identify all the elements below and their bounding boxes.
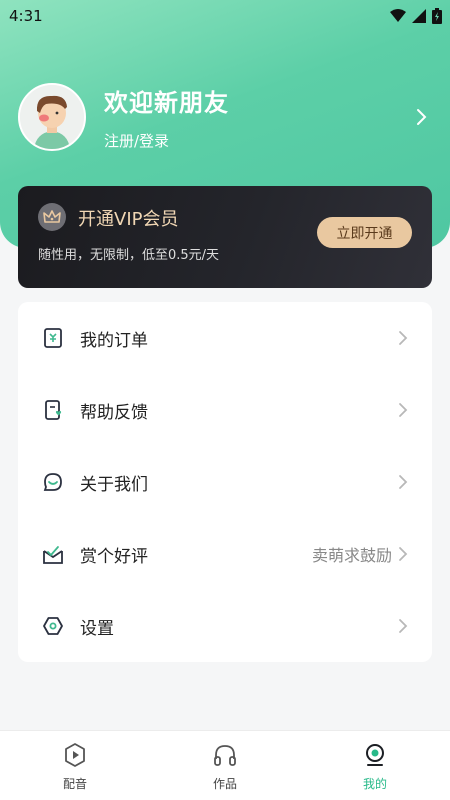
tab-label: 我的 (362, 777, 387, 791)
vip-open-button[interactable]: 立即开通 (317, 217, 412, 248)
bottom-tab-bar: 配音 作品 我的 (0, 730, 450, 800)
tab-label: 配音 (62, 777, 87, 791)
order-icon (44, 328, 62, 348)
avatar[interactable] (18, 83, 86, 151)
menu-item-settings[interactable]: 设置 (18, 590, 432, 662)
vip-title: 开通VIP会员 (78, 209, 179, 230)
chevron-right-icon[interactable] (414, 107, 428, 127)
vip-subtitle: 随性用，无限制，低至0.5元/天 (38, 248, 220, 263)
crown-icon (38, 203, 66, 231)
menu-item-about[interactable]: 关于我们 (18, 446, 432, 518)
profile-header[interactable]: 欢迎新朋友 注册/登录 (18, 82, 432, 152)
menu-item-label: 我的订单 (80, 330, 148, 351)
login-link[interactable]: 注册/登录 (104, 130, 414, 151)
battery-icon (432, 8, 442, 24)
menu-item-label: 帮助反馈 (80, 402, 148, 423)
settings-icon (43, 617, 63, 635)
status-icons (390, 8, 442, 24)
chevron-right-icon (399, 475, 408, 489)
feedback-icon (45, 400, 62, 420)
chevron-right-icon (399, 331, 408, 345)
status-bar: 4:31 (0, 0, 450, 32)
profile-text: 欢迎新朋友 注册/登录 (104, 83, 414, 151)
menu-item-feedback[interactable]: 帮助反馈 (18, 374, 432, 446)
tab-works[interactable]: 作品 (150, 731, 300, 800)
vip-card[interactable]: 开通VIP会员 随性用，无限制，低至0.5元/天 立即开通 (18, 186, 432, 288)
menu-item-label: 设置 (80, 618, 114, 639)
menu-item-orders[interactable]: 我的订单 (18, 302, 432, 374)
tab-label: 作品 (212, 777, 237, 791)
about-icon (43, 473, 62, 491)
menu-item-label: 赏个好评 (80, 546, 148, 567)
signal-icon (412, 9, 426, 23)
wifi-icon (390, 9, 406, 22)
chevron-right-icon (399, 403, 408, 417)
menu-card: 我的订单 帮助反馈 关于我们 赏个好评 卖萌求鼓励 设置 (18, 302, 432, 662)
profile-name: 欢迎新朋友 (104, 89, 229, 117)
rate-icon (43, 546, 63, 564)
menu-item-extra: 卖萌求鼓励 (311, 546, 392, 565)
menu-item-label: 关于我们 (80, 474, 148, 495)
status-time: 4:31 (9, 7, 43, 25)
menu-item-rate[interactable]: 赏个好评 卖萌求鼓励 (18, 518, 432, 590)
chevron-right-icon (399, 547, 408, 561)
tab-dubbing[interactable]: 配音 (0, 731, 150, 800)
dubbing-icon (65, 743, 85, 767)
profile-icon (366, 744, 384, 766)
tab-mine[interactable]: 我的 (300, 731, 450, 800)
chevron-right-icon (399, 619, 408, 633)
headphones-icon (214, 745, 236, 766)
